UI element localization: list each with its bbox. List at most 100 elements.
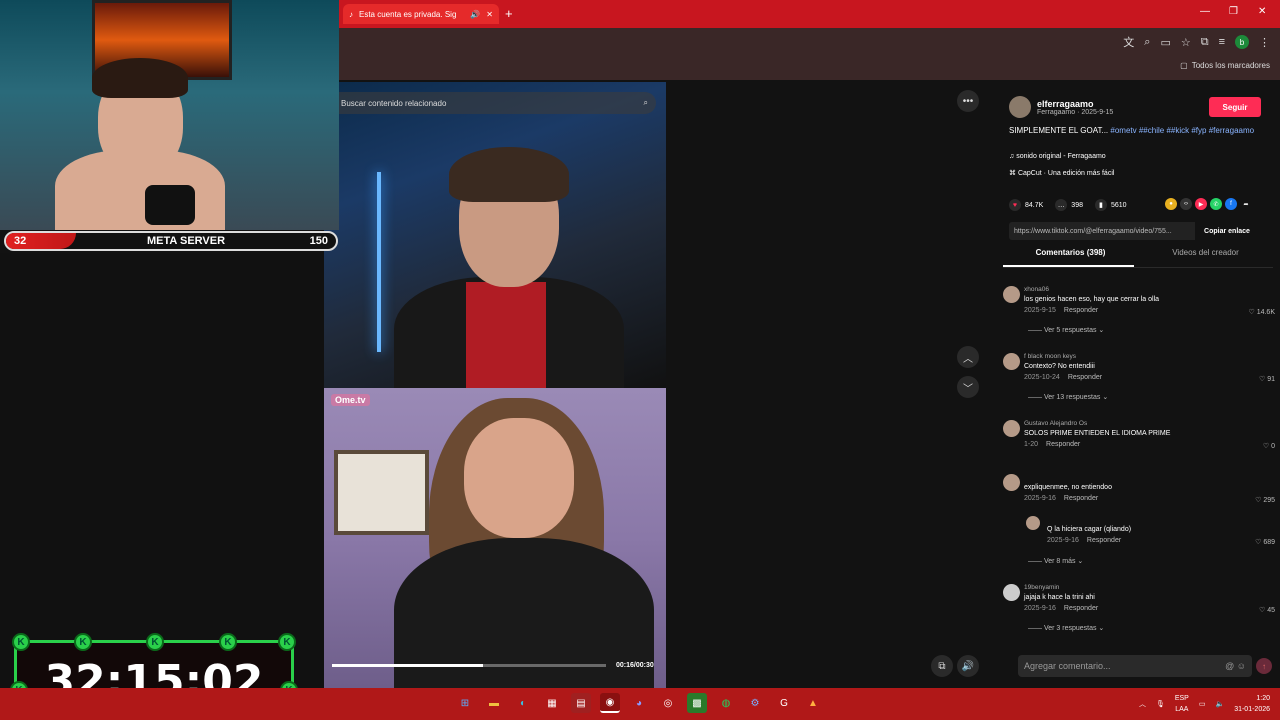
- app-icon[interactable]: ▤: [571, 693, 591, 713]
- next-video-icon[interactable]: ﹀: [957, 376, 979, 398]
- previous-video-icon[interactable]: ︿: [957, 346, 979, 368]
- comment-like[interactable]: ♡ 45: [1259, 606, 1275, 614]
- browser-tab[interactable]: ♪ Esta cuenta es privada. Sig 🔊 ✕: [343, 4, 499, 24]
- reply-button[interactable]: Responder: [1064, 495, 1098, 502]
- embed-icon[interactable]: ‹›: [1180, 198, 1192, 210]
- like-button[interactable]: ♥ 84.7K: [1009, 199, 1043, 211]
- restore-icon[interactable]: ❐: [1229, 6, 1238, 17]
- view-replies[interactable]: —— Ver 13 respuestas ⌄: [1028, 393, 1108, 401]
- steam-icon[interactable]: ⚙: [745, 693, 765, 713]
- author-avatar[interactable]: [1009, 96, 1031, 118]
- author-username[interactable]: elferragaamo: [1037, 99, 1113, 109]
- view-more-replies[interactable]: —— Ver 8 más ⌄: [1028, 557, 1083, 565]
- clock[interactable]: 1:20 31-01-2026: [1234, 693, 1270, 715]
- close-window-icon[interactable]: ✕: [1258, 6, 1266, 17]
- language-indicator[interactable]: ESP LAA: [1175, 693, 1189, 715]
- view-replies[interactable]: —— Ver 3 respuestas ⌄: [1028, 624, 1104, 632]
- app-g-icon[interactable]: G: [774, 693, 794, 713]
- extensions-icon[interactable]: ⧉: [1201, 36, 1209, 49]
- comment-like[interactable]: ♡ 689: [1255, 538, 1275, 546]
- chrome-icon[interactable]: ◉: [600, 693, 620, 713]
- windows-start-icon[interactable]: ⊞: [455, 693, 475, 713]
- commenter-name[interactable]: f black moon keys: [1024, 353, 1076, 360]
- comment-like[interactable]: ♡ 14.6K: [1248, 308, 1275, 316]
- edge-icon[interactable]: ◐: [513, 693, 533, 713]
- send-comment-button[interactable]: ↑: [1256, 658, 1272, 674]
- translate-icon[interactable]: 文: [1123, 34, 1134, 50]
- cast-icon[interactable]: ▭: [1160, 36, 1170, 49]
- media-icon[interactable]: ≡: [1219, 36, 1225, 48]
- coin-icon[interactable]: ●: [1165, 198, 1177, 210]
- minimize-icon[interactable]: —: [1200, 6, 1210, 17]
- commenter-avatar[interactable]: [1003, 474, 1020, 491]
- comment-input[interactable]: Agregar comentario... @ ☺: [1018, 655, 1252, 677]
- reply-button[interactable]: Responder: [1064, 605, 1098, 612]
- reply-button[interactable]: Responder: [1046, 441, 1080, 448]
- mic-icon[interactable]: 🎙: [1156, 700, 1165, 708]
- spotify-icon[interactable]: ◍: [716, 693, 736, 713]
- hashtag[interactable]: ##chile: [1139, 126, 1164, 135]
- facebook-icon[interactable]: f: [1225, 198, 1237, 210]
- comment-like[interactable]: ♡ 91: [1259, 375, 1275, 383]
- commenter-avatar[interactable]: [1003, 353, 1020, 370]
- all-bookmarks[interactable]: ▢ Todos los marcadores: [1180, 61, 1270, 70]
- store-icon[interactable]: ▦: [542, 693, 562, 713]
- view-replies[interactable]: —— Ver 5 respuestas ⌄: [1028, 326, 1104, 334]
- obs-icon[interactable]: ◎: [658, 693, 678, 713]
- menu-icon[interactable]: ⋮: [1259, 36, 1270, 49]
- commenter-name[interactable]: Gustavo Alejandro Os: [1024, 420, 1087, 427]
- tab-comments[interactable]: Comentarios (398): [1003, 248, 1138, 266]
- follow-button[interactable]: Seguir: [1209, 97, 1261, 117]
- ometv-watermark: Ome.tv: [331, 394, 370, 406]
- comment-like[interactable]: ♡ 0: [1263, 442, 1275, 450]
- sound-link[interactable]: ♫ sonido original - Ferragaamo: [1009, 153, 1106, 160]
- app-a-icon[interactable]: ▲: [803, 693, 823, 713]
- search-icon[interactable]: ⌕: [644, 98, 648, 108]
- related-search-input[interactable]: Buscar contenido relacionado ⌕: [324, 92, 656, 114]
- speaker-icon[interactable]: 🔊: [470, 10, 480, 19]
- commenter-avatar[interactable]: [1026, 516, 1040, 530]
- comment-button[interactable]: … 398: [1055, 199, 1083, 211]
- video-time: 00:16/00:30: [616, 662, 654, 669]
- comment-text: SOLOS PRIME ENTIEDEN EL IDIOMA PRIME: [1024, 430, 1171, 437]
- close-tab-icon[interactable]: ✕: [486, 10, 493, 19]
- video-bottom-feed[interactable]: [324, 388, 666, 688]
- save-button[interactable]: ▮ 5610: [1094, 199, 1127, 211]
- video-top-feed[interactable]: [324, 82, 666, 388]
- share-arrow-icon[interactable]: ➦: [1240, 198, 1252, 210]
- minecraft-icon[interactable]: ▩: [687, 693, 707, 713]
- hashtag[interactable]: ##kick: [1166, 126, 1189, 135]
- discord-icon[interactable]: ◕: [629, 693, 649, 713]
- hashtag[interactable]: #ometv: [1110, 126, 1136, 135]
- commenter-avatar[interactable]: [1003, 286, 1020, 303]
- commenter-name[interactable]: xhona06: [1024, 286, 1049, 293]
- reply-button[interactable]: Responder: [1087, 537, 1121, 544]
- commenter-avatar[interactable]: [1003, 584, 1020, 601]
- profile-avatar[interactable]: b: [1235, 35, 1249, 49]
- volume-icon[interactable]: 🔊: [957, 655, 979, 677]
- hashtag[interactable]: #fyp: [1191, 126, 1206, 135]
- file-explorer-icon[interactable]: ▬: [484, 693, 504, 713]
- network-icon[interactable]: ▭: [1199, 700, 1206, 708]
- pip-icon[interactable]: ⧉: [931, 655, 953, 677]
- send-icon[interactable]: ▶: [1195, 198, 1207, 210]
- reply-button[interactable]: Responder: [1068, 374, 1102, 381]
- comment-like[interactable]: ♡ 295: [1255, 496, 1275, 504]
- more-options-icon[interactable]: •••: [957, 90, 979, 112]
- tab-creator-videos[interactable]: Videos del creador: [1138, 248, 1273, 266]
- author-block[interactable]: elferragaamo Ferragaamo · 2025-9-15: [1009, 96, 1113, 118]
- hashtag[interactable]: #ferragaamo: [1209, 126, 1254, 135]
- capcut-link[interactable]: ⌘ CapCut · Una edición más fácil: [1009, 169, 1114, 177]
- tray-chevron-icon[interactable]: ︿: [1139, 699, 1146, 709]
- zoom-icon[interactable]: ⌕: [1144, 36, 1150, 49]
- bookmark-star-icon[interactable]: ☆: [1181, 36, 1191, 49]
- mention-emoji-icons[interactable]: @ ☺: [1225, 661, 1246, 671]
- commenter-avatar[interactable]: [1003, 420, 1020, 437]
- new-tab-button[interactable]: +: [505, 6, 513, 21]
- whatsapp-icon[interactable]: ✆: [1210, 198, 1222, 210]
- sound-icon[interactable]: 🔈: [1215, 700, 1224, 708]
- video-link[interactable]: https://www.tiktok.com/@elferragaamo/vid…: [1009, 222, 1195, 240]
- copy-link-button[interactable]: Copiar enlace: [1195, 222, 1259, 240]
- reply-button[interactable]: Responder: [1064, 307, 1098, 314]
- commenter-name[interactable]: 19benyamin: [1024, 584, 1059, 591]
